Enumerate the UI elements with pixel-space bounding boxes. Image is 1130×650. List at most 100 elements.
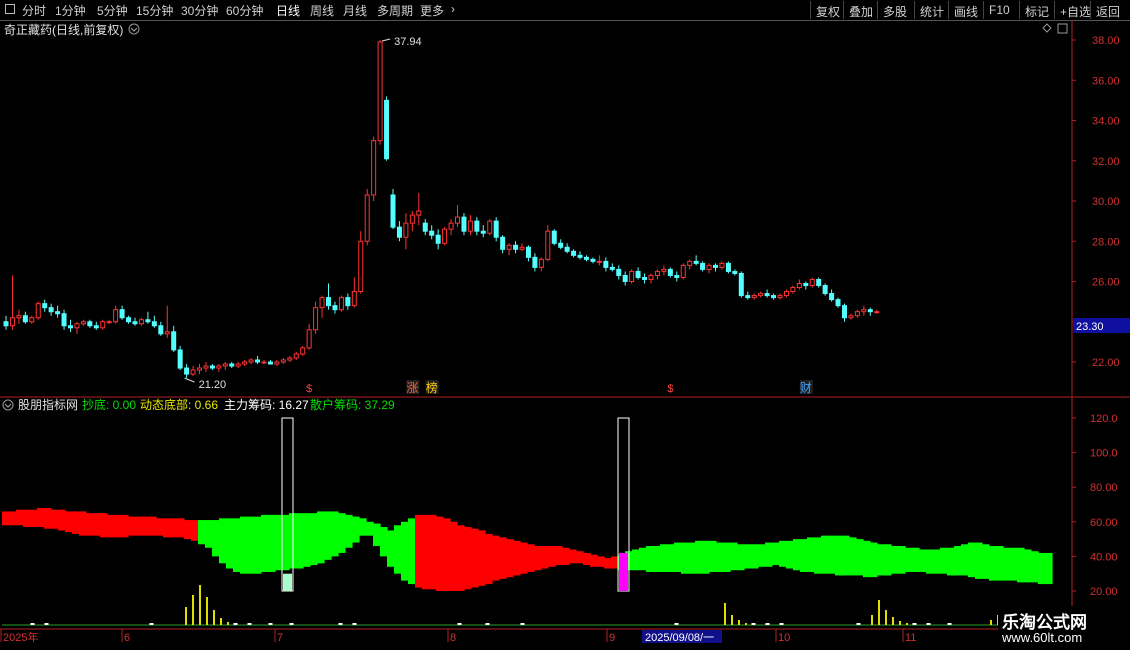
high-price-label: 37.94: [394, 36, 422, 48]
title-dropdown-icon[interactable]: [128, 23, 140, 35]
candle-body: [455, 216, 460, 224]
indicator-band-bar: [37, 507, 45, 527]
indicator-band-bar: [170, 518, 178, 538]
candle-body: [42, 303, 48, 309]
indicator-band-bar: [436, 516, 444, 591]
candle-body: [525, 246, 531, 258]
kline-chart[interactable]: 奇正藏药(日线,前复权) 38.00 36.00 34.00 32.00 30.00 28.…: [0, 20, 1130, 650]
candle-body: [854, 311, 860, 317]
volume-dot: [912, 623, 917, 625]
toolbar-button-5[interactable]: F10: [983, 1, 1015, 19]
diamond-icon[interactable]: [1042, 23, 1052, 33]
indicator-band-bar: [716, 542, 724, 572]
candle-body: [861, 309, 867, 313]
toolbar-button-3[interactable]: 统计: [914, 1, 949, 19]
indicator-band-bar: [646, 546, 654, 572]
time-label-0: 2025年: [3, 630, 38, 644]
candle-body: [93, 325, 99, 329]
panel-square-icon[interactable]: [1057, 23, 1068, 34]
candle-body: [293, 353, 299, 359]
indicator-tick-0: 120.0: [1090, 413, 1118, 425]
indicator-item-2: 主力筹码: 16.27: [224, 398, 309, 412]
indicator-band-bar: [520, 542, 528, 574]
candle-body: [429, 230, 435, 236]
candle-body: [513, 244, 519, 250]
candle-body: [745, 295, 751, 299]
candle-body: [803, 283, 809, 287]
candle-body: [261, 361, 267, 364]
period-tab-3[interactable]: 15分钟: [136, 2, 173, 19]
indicator-band-bar: [296, 513, 304, 569]
indicator-band-bar: [450, 521, 458, 591]
volume-dot: [751, 623, 756, 625]
indicator-band-bar: [93, 513, 101, 536]
toolbar-button-4[interactable]: 画线: [948, 1, 983, 19]
indicator-band-bar: [772, 542, 780, 566]
indicator-band-bar: [177, 518, 185, 538]
candle-body: [3, 321, 9, 327]
period-tab-0[interactable]: 分时: [22, 2, 46, 19]
period-tab-7[interactable]: 周线: [310, 2, 334, 19]
volume-dot: [856, 623, 861, 625]
toolbar-button-6[interactable]: 标记: [1019, 1, 1054, 19]
toolbar-button-2[interactable]: 多股: [877, 1, 912, 19]
period-tab-1[interactable]: 1分钟: [55, 2, 86, 19]
volume-dot: [457, 623, 462, 625]
period-tab-6[interactable]: 日线: [276, 2, 300, 19]
candle-body: [300, 347, 306, 355]
indicator-band-bar: [100, 513, 108, 538]
event-marker-1[interactable]: 涨: [406, 380, 418, 395]
period-tab-4[interactable]: 30分钟: [181, 2, 218, 19]
indicator-band-bar: [9, 511, 17, 526]
candle-body: [87, 321, 93, 327]
period-tab-8[interactable]: 月线: [343, 2, 367, 19]
candle-body: [867, 309, 873, 313]
indicator-band-bar: [996, 546, 1004, 581]
indicator-band-bar: [548, 546, 556, 567]
indicator-band-bar: [198, 520, 206, 545]
indicator-band-bar: [695, 540, 703, 574]
more-chevron-icon[interactable]: ›: [451, 2, 455, 16]
event-marker-0[interactable]: $: [306, 383, 312, 395]
candle-body: [306, 329, 312, 349]
volume-dot: [44, 623, 49, 625]
event-marker-4[interactable]: 财: [800, 381, 812, 395]
event-marker-2[interactable]: 榜: [426, 380, 438, 395]
toolbar-button-0[interactable]: 复权: [810, 1, 845, 19]
period-tab-2[interactable]: 5分钟: [97, 2, 128, 19]
volume-dot: [149, 623, 154, 625]
candle-body: [635, 270, 641, 278]
candle-body: [532, 256, 538, 268]
signal-box-fill-0: [283, 573, 292, 591]
toolbar-button-1[interactable]: 叠加: [843, 1, 878, 19]
candle-body: [700, 262, 706, 270]
indicator-band-bar: [254, 516, 262, 574]
candle-body: [571, 250, 577, 256]
event-marker-3[interactable]: $: [667, 383, 673, 395]
period-tab-10[interactable]: 更多: [420, 2, 444, 19]
candle-body: [222, 363, 228, 367]
indicator-band-bar: [317, 511, 325, 564]
period-tab-5[interactable]: 60分钟: [226, 2, 263, 19]
indicator-band-bar: [709, 540, 717, 572]
candle-body: [835, 299, 841, 307]
period-tab-9[interactable]: 多周期: [377, 2, 413, 19]
candle-body: [22, 315, 28, 323]
price-tick-3: 32.00: [1092, 156, 1120, 168]
indicator-value-1: 0.66: [191, 398, 218, 412]
indicator-band-bar: [1017, 547, 1025, 583]
indicator-band-bar: [758, 544, 766, 567]
toolbar-button-8[interactable]: 返回: [1090, 1, 1125, 19]
candle-body: [680, 264, 686, 278]
indicator-dropdown-icon[interactable]: [2, 399, 14, 411]
candle-body: [235, 363, 241, 367]
price-tick-2: 34.00: [1092, 116, 1120, 128]
indicator-band-bar: [597, 556, 605, 567]
indicator-band-bar: [947, 547, 955, 576]
menu-square-icon[interactable]: [5, 4, 15, 14]
candle-body: [603, 260, 609, 268]
indicator-band-bar: [240, 516, 248, 574]
candle-body: [416, 210, 422, 216]
indicator-band-bar: [534, 546, 542, 571]
indicator-band-bar: [135, 516, 143, 536]
